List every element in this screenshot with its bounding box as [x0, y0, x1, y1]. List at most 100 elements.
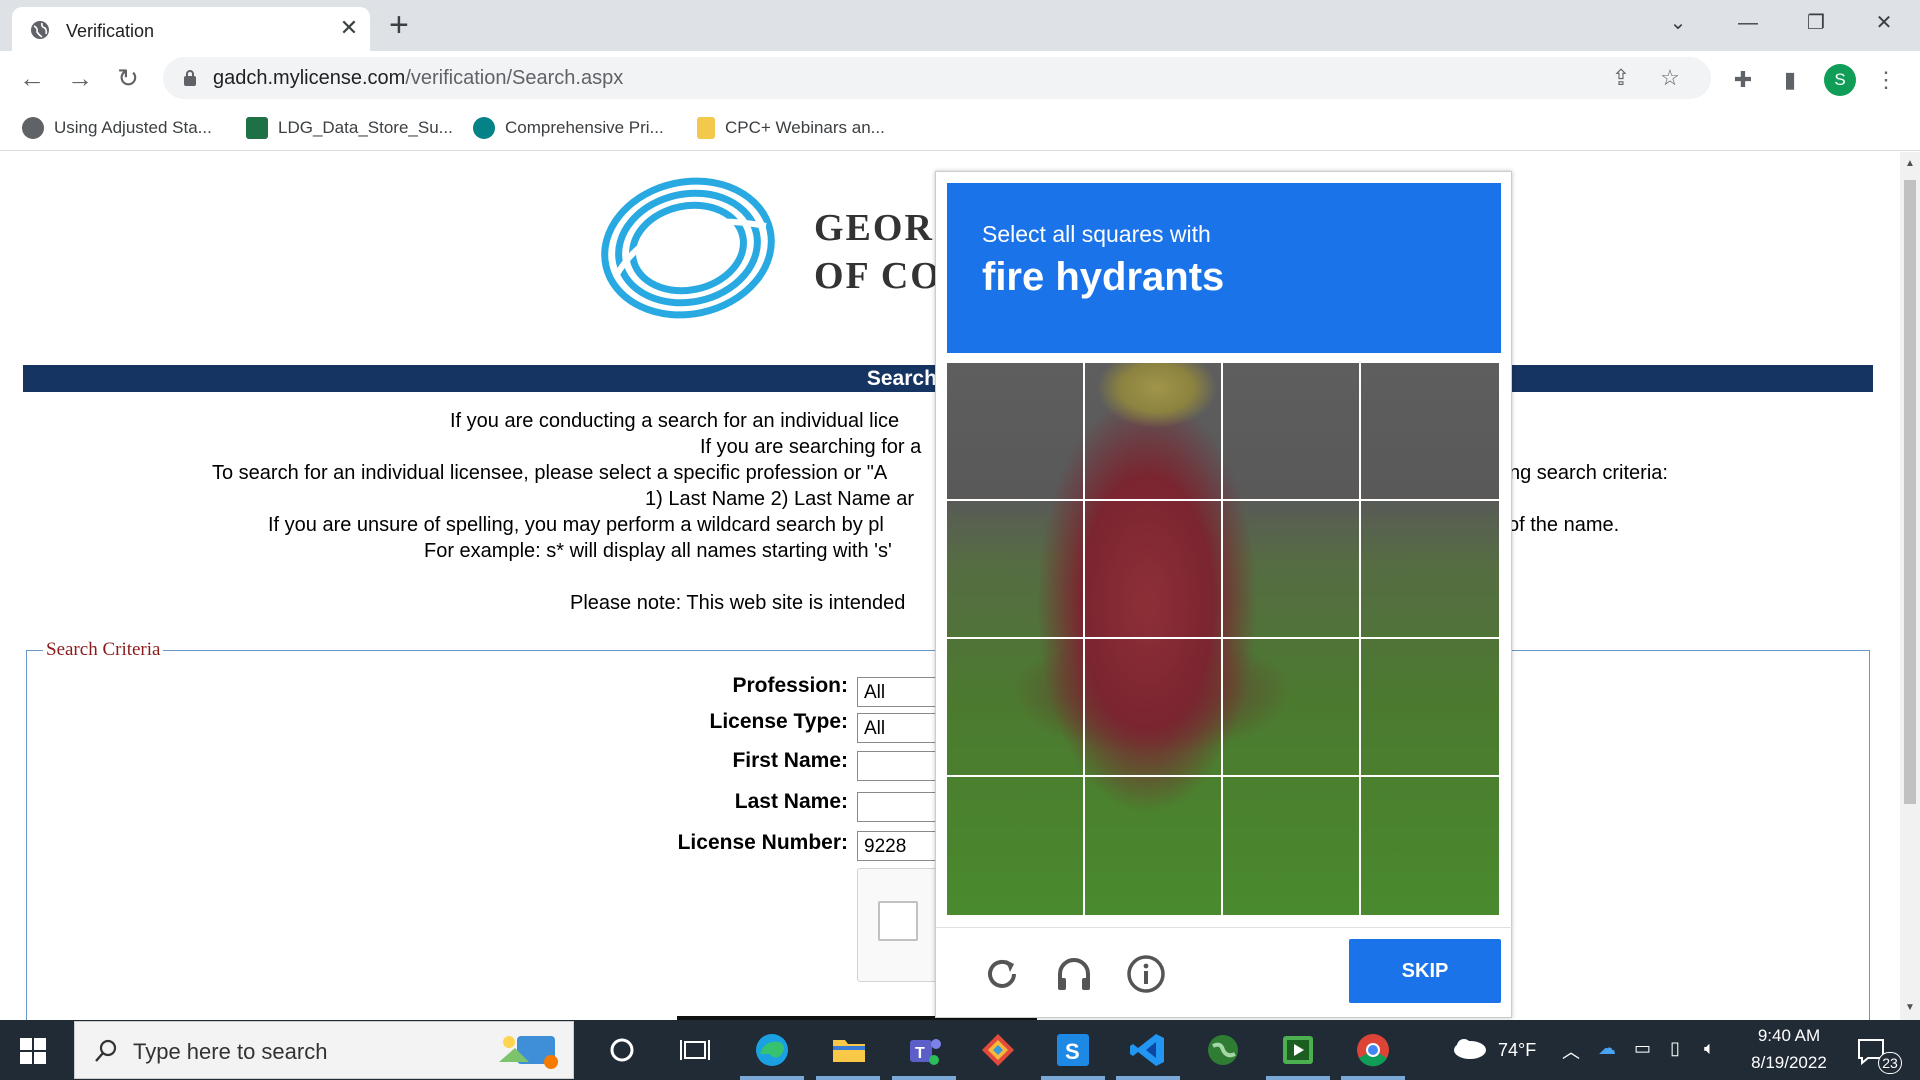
profile-avatar[interactable]: S — [1824, 64, 1856, 96]
restore-button[interactable]: ❐ — [1798, 8, 1834, 38]
browser-toolbar: ← → ↻ gadch.mylicense.com/verification/S… — [0, 51, 1920, 105]
logo-ring-icon — [601, 177, 775, 319]
browser-titlebar: Verification ✕ + ⌄ — ❐ ✕ — [0, 0, 1920, 51]
explorer-active-indicator — [816, 1076, 880, 1080]
bookmark-label: CPC+ Webinars an... — [725, 118, 885, 137]
tab-close-icon[interactable]: ✕ — [337, 16, 361, 40]
edge-browser-icon[interactable] — [752, 1030, 792, 1070]
captcha-target-object: fire hydrants — [982, 255, 1225, 299]
address-bar[interactable]: gadch.mylicense.com/verification/Search.… — [163, 57, 1711, 99]
page-scrollbar[interactable]: ▲ ▼ — [1900, 152, 1920, 1020]
org-name-line1: GEOR — [814, 207, 934, 249]
new-tab-button[interactable]: + — [389, 8, 409, 42]
sharepoint-icon — [473, 117, 495, 139]
windows-start-icon[interactable] — [20, 1038, 46, 1064]
captcha-image-grid — [947, 363, 1499, 915]
vscode-icon[interactable] — [1128, 1030, 1168, 1070]
bookmark-label: LDG_Data_Store_Su... — [278, 118, 453, 137]
weather-temperature[interactable]: 74°F — [1498, 1040, 1536, 1061]
tab-search-chevron-icon[interactable]: ⌄ — [1660, 8, 1696, 38]
share-icon[interactable]: ⇪ — [1608, 65, 1634, 91]
media-player-icon[interactable] — [1278, 1030, 1318, 1070]
info-icon[interactable] — [1124, 952, 1168, 996]
svg-text:S: S — [1065, 1039, 1080, 1064]
volume-icon[interactable]: 🔈︎ — [1704, 1038, 1715, 1059]
taskbar-search-box[interactable]: Type here to search — [74, 1021, 574, 1079]
instruction-line: ng search criteria: — [1509, 462, 1668, 484]
notification-count-badge: 23 — [1878, 1052, 1902, 1074]
close-window-button[interactable]: ✕ — [1866, 8, 1902, 38]
org-name: GEOR OF CO — [814, 204, 942, 300]
bookmark-item[interactable]: Using Adjusted Sta... — [22, 115, 212, 141]
clock-date[interactable]: 8/19/2022 — [1740, 1053, 1838, 1073]
first-name-label: First Name: — [732, 749, 848, 772]
teams-active-indicator — [892, 1076, 956, 1080]
reload-challenge-icon[interactable] — [980, 952, 1024, 996]
taskbar-search-placeholder: Type here to search — [133, 1039, 328, 1064]
media-active-indicator — [1266, 1076, 1330, 1080]
instruction-line: For example: s* will display all names s… — [424, 540, 892, 562]
excel-icon — [246, 117, 268, 139]
search-icon — [95, 1039, 117, 1062]
kebab-menu-icon[interactable]: ⋮ — [1872, 66, 1900, 94]
scroll-down-arrow-icon[interactable]: ▼ — [1904, 1002, 1916, 1013]
teams-icon[interactable]: T — [904, 1030, 944, 1070]
license-number-label: License Number: — [677, 831, 848, 854]
network-icon[interactable]: ▯ — [1670, 1038, 1680, 1059]
bookmark-item[interactable]: Comprehensive Pri... — [473, 115, 664, 141]
vscode-active-indicator — [1116, 1076, 1180, 1080]
bookmarks-bar: Using Adjusted Sta... LDG_Data_Store_Su.… — [0, 105, 1920, 151]
forward-arrow-icon[interactable]: → — [65, 63, 95, 93]
captcha-grid-lines — [947, 363, 1499, 915]
lock-icon — [184, 70, 196, 86]
task-view-icon[interactable] — [675, 1030, 715, 1070]
captcha-instruction: Select all squares with — [982, 221, 1211, 247]
reload-icon[interactable]: ↻ — [113, 63, 143, 93]
svg-text:T: T — [915, 1045, 925, 1062]
last-name-label: Last Name: — [734, 790, 848, 813]
folder-icon — [697, 117, 715, 139]
onedrive-cloud-icon[interactable]: ☁ — [1598, 1038, 1616, 1059]
app-s-icon[interactable]: S — [1053, 1030, 1093, 1070]
scroll-up-arrow-icon[interactable]: ▲ — [1904, 158, 1916, 169]
search-highlight-art-icon — [499, 1036, 558, 1069]
profession-label: Profession: — [732, 674, 848, 697]
captcha-header: Select all squares with fire hydrants — [947, 183, 1501, 353]
search-criteria-legend: Search Criteria — [43, 639, 164, 661]
license-type-label: License Type: — [709, 710, 849, 733]
url-host: gadch.mylicense.com — [213, 67, 406, 89]
chevron-up-icon[interactable]: ︿ — [1562, 1038, 1580, 1064]
instruction-line: of the name. — [1508, 514, 1620, 536]
instruction-line: If you are searching for a — [700, 436, 922, 458]
cloud-weather-icon[interactable] — [1450, 1036, 1488, 1060]
recaptcha-checkbox[interactable] — [878, 901, 918, 941]
battery-icon[interactable]: ▭ — [1634, 1038, 1651, 1059]
edge-active-indicator — [740, 1076, 804, 1080]
scrollbar-thumb[interactable] — [1904, 180, 1916, 804]
app-s-active-indicator — [1041, 1076, 1105, 1080]
instruction-line: If you are unsure of spelling, you may p… — [268, 514, 884, 536]
cortana-circle-icon[interactable] — [602, 1030, 642, 1070]
back-arrow-icon[interactable]: ← — [17, 63, 47, 93]
globe-icon — [31, 21, 49, 39]
globe-app-icon[interactable] — [1203, 1030, 1243, 1070]
app-diamond-icon[interactable] — [978, 1030, 1018, 1070]
file-explorer-icon[interactable] — [829, 1030, 869, 1070]
org-name-line2: OF CO — [814, 255, 942, 297]
bookmark-item[interactable]: LDG_Data_Store_Su... — [246, 115, 453, 141]
browser-tab[interactable]: Verification ✕ — [12, 7, 370, 51]
headphones-audio-icon[interactable] — [1052, 952, 1096, 996]
bookmark-star-icon[interactable]: ☆ — [1657, 65, 1683, 91]
clock-time[interactable]: 9:40 AM — [1748, 1026, 1830, 1046]
side-panel-icon[interactable]: ▮ — [1776, 66, 1804, 94]
extensions-puzzle-icon[interactable]: ✚ — [1729, 66, 1757, 94]
instruction-line: Please note: This web site is intended — [570, 592, 906, 614]
bookmark-label: Using Adjusted Sta... — [54, 118, 212, 137]
url-text: gadch.mylicense.com/verification/Search.… — [213, 67, 623, 90]
instruction-line: To search for an individual licensee, pl… — [212, 462, 888, 484]
minimize-button[interactable]: — — [1730, 8, 1766, 38]
chrome-icon[interactable] — [1353, 1030, 1393, 1070]
skip-button[interactable]: SKIP — [1349, 939, 1501, 1003]
url-path: /verification/Search.aspx — [405, 67, 624, 89]
bookmark-item[interactable]: CPC+ Webinars an... — [697, 115, 885, 141]
